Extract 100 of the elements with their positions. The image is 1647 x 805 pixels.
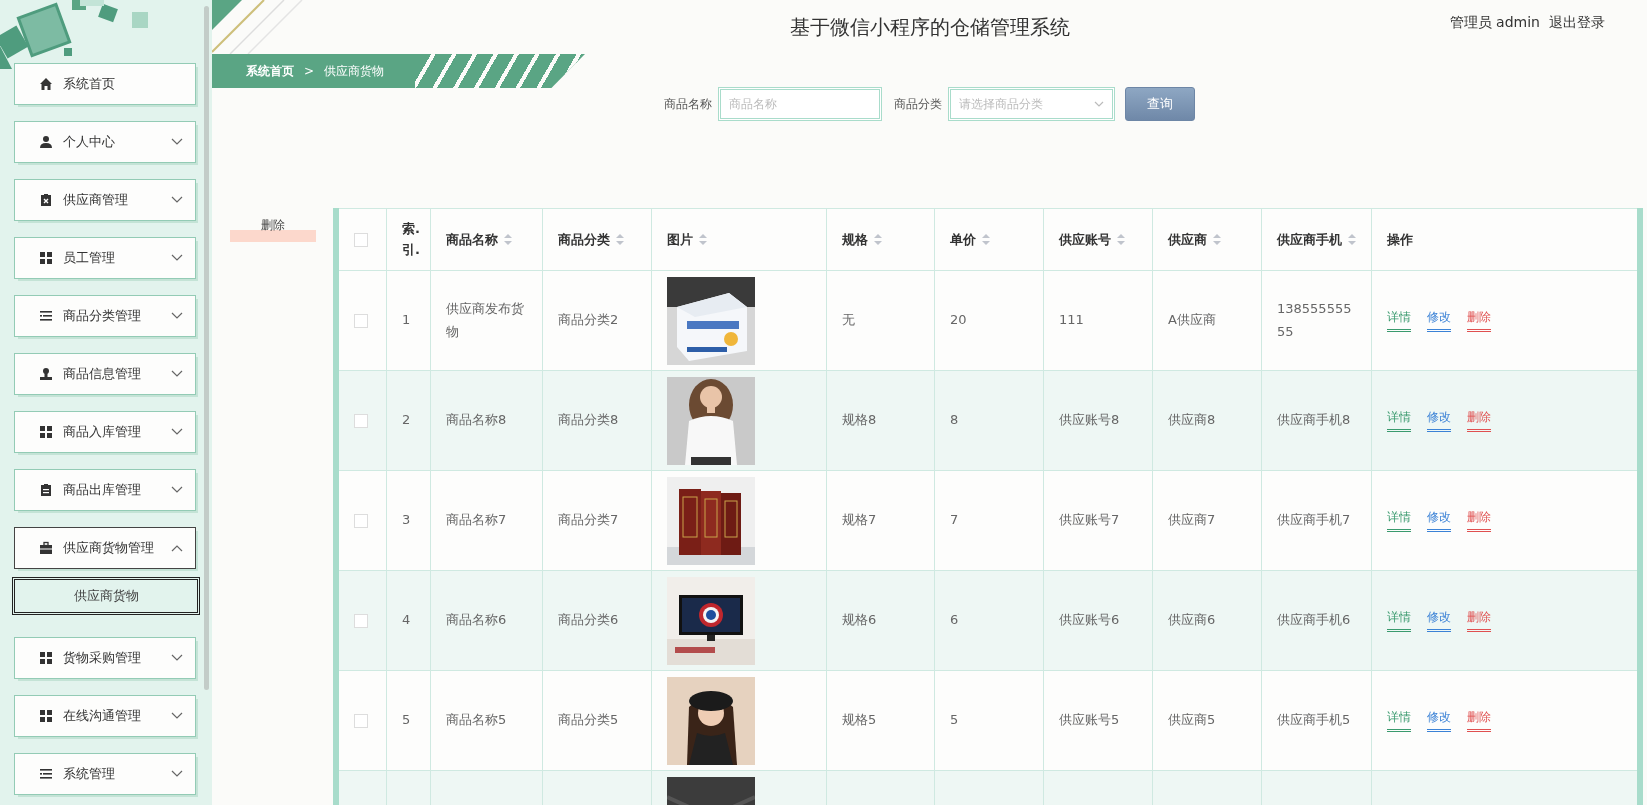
chevron-icon [171, 138, 183, 146]
chevron-icon [171, 428, 183, 436]
checkbox[interactable] [354, 714, 368, 729]
delete-link[interactable]: 删除 [1467, 609, 1491, 632]
table-cell: 供应账号6 [1059, 612, 1120, 628]
table-cell: 4 [402, 612, 411, 628]
menu-item[interactable]: 在线沟通管理 [14, 695, 196, 737]
column-header: 索.引. [402, 219, 420, 259]
menu-item[interactable]: 商品分类管理 [14, 295, 196, 337]
scrollbar[interactable] [204, 6, 209, 690]
table-cell: 7 [950, 512, 959, 528]
chevron-icon [171, 654, 183, 662]
chevron-icon [171, 486, 183, 494]
delete-button[interactable]: 删除 [230, 216, 316, 242]
clipboard-icon [39, 483, 53, 497]
detail-link[interactable]: 详情 [1387, 409, 1411, 432]
table-cell: 5 [402, 712, 411, 728]
table-cell: 商品分类7 [558, 512, 619, 528]
column-header: 操作 [1387, 230, 1413, 249]
chevron-icon [171, 770, 183, 778]
name-input-field[interactable]: 商品名称 [718, 87, 882, 121]
delete-link[interactable]: 删除 [1467, 309, 1491, 332]
column-header: 供应商 [1168, 230, 1207, 249]
grid-icon [39, 425, 53, 439]
table-cell: 3 [402, 512, 411, 528]
menu-item[interactable]: 货物采购管理 [14, 637, 196, 679]
breadcrumb-link[interactable]: 供应商货物 [324, 62, 385, 80]
user-icon [39, 135, 53, 149]
column-header: 供应账号 [1059, 230, 1111, 249]
table-cell: 供应商手机6 [1277, 612, 1351, 628]
table-cell: 供应商5 [1168, 712, 1216, 728]
menu-item[interactable]: 系统管理 [14, 753, 196, 795]
table-cell: 8 [950, 412, 959, 428]
menu-item[interactable]: 商品信息管理 [14, 353, 196, 395]
table-cell: 111 [1059, 312, 1084, 328]
edit-link[interactable]: 修改 [1427, 509, 1451, 532]
table-cell: 商品分类5 [558, 712, 619, 728]
table-cell: 供应商手机8 [1277, 412, 1351, 428]
checkbox[interactable] [354, 414, 368, 429]
table-cell: 5 [950, 712, 959, 728]
table-cell: 供应账号7 [1059, 512, 1120, 528]
table-cell: 商品名称5 [446, 712, 507, 728]
column-header: 单价 [950, 230, 976, 249]
field-label: 商品分类 [894, 95, 942, 113]
checkbox[interactable] [354, 314, 368, 329]
menu-item[interactable]: 商品入库管理 [14, 411, 196, 453]
sort-icon [1213, 234, 1221, 245]
checkbox[interactable] [354, 233, 368, 248]
delete-link[interactable]: 删除 [1467, 509, 1491, 532]
detail-link[interactable]: 详情 [1387, 609, 1411, 632]
table-cell: 供应商6 [1168, 612, 1216, 628]
edit-link[interactable]: 修改 [1427, 409, 1451, 432]
search-button[interactable]: 查询 [1125, 87, 1195, 121]
edit-link[interactable]: 修改 [1427, 609, 1451, 632]
table-cell: A供应商 [1168, 312, 1216, 328]
menu-item[interactable]: 系统首页 [14, 63, 196, 105]
delete-link[interactable]: 删除 [1467, 409, 1491, 432]
table-cell: 规格6 [842, 612, 877, 628]
table-cell: 20 [950, 312, 967, 328]
column-header: 商品名称 [446, 230, 498, 249]
column-header: 图片 [667, 230, 693, 249]
table-cell: 商品名称6 [446, 612, 507, 628]
chevron-icon [171, 254, 183, 262]
sort-icon [874, 234, 882, 245]
table-cell: 规格5 [842, 712, 877, 728]
clipboard-icon [39, 193, 53, 207]
column-header: 供应商手机 [1277, 230, 1342, 249]
briefcase-icon [39, 541, 53, 555]
table-cell: 6 [950, 612, 959, 628]
menu-item[interactable]: 员工管理 [14, 237, 196, 279]
list-icon [39, 309, 53, 323]
column-header: 商品分类 [558, 230, 610, 249]
table-cell: 商品名称8 [446, 412, 507, 428]
field-label: 商品名称 [664, 95, 712, 113]
detail-link[interactable]: 详情 [1387, 709, 1411, 732]
table-cell: 2 [402, 412, 411, 428]
list-icon [39, 767, 53, 781]
table-cell: 供应商发布货物 [446, 301, 524, 339]
sort-icon [504, 234, 512, 245]
menu-item[interactable]: 供应商管理 [14, 179, 196, 221]
checkbox[interactable] [354, 514, 368, 529]
edit-link[interactable]: 修改 [1427, 309, 1451, 332]
detail-link[interactable]: 详情 [1387, 309, 1411, 332]
menu-item[interactable]: 个人中心 [14, 121, 196, 163]
menu-item[interactable]: 供应商货物管理 [14, 527, 196, 569]
table-cell: 供应商手机5 [1277, 712, 1351, 728]
table-cell: 无 [842, 312, 855, 328]
delete-link[interactable]: 删除 [1467, 709, 1491, 732]
logout-link[interactable]: 退出登录 [1549, 14, 1605, 32]
detail-link[interactable]: 详情 [1387, 509, 1411, 532]
breadcrumb-link[interactable]: 系统首页 [246, 62, 294, 80]
submenu-item[interactable]: 供应商货物 [12, 577, 200, 615]
checkbox[interactable] [354, 614, 368, 629]
edit-link[interactable]: 修改 [1427, 709, 1451, 732]
table-cell: 商品分类2 [558, 312, 619, 328]
table-cell: 供应账号5 [1059, 712, 1120, 728]
caret-icon [1094, 101, 1104, 107]
table-cell: 供应商8 [1168, 412, 1216, 428]
chevron-icon [171, 312, 183, 320]
menu-item[interactable]: 商品出库管理 [14, 469, 196, 511]
